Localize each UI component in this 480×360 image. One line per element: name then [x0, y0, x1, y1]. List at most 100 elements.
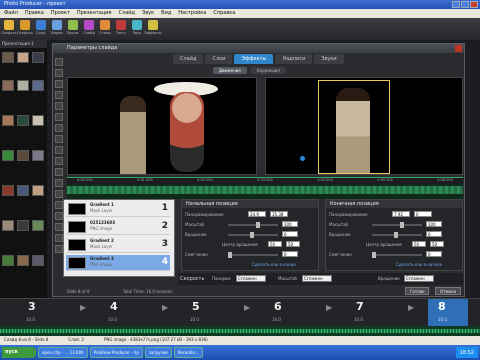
media-thumbnail[interactable] [2, 220, 14, 231]
close-button[interactable] [470, 1, 478, 8]
media-thumbnail[interactable] [32, 80, 44, 91]
rotate-field[interactable]: 0 [282, 231, 298, 237]
toolbar-button[interactable]: Открыть [17, 20, 33, 38]
tab-captions[interactable]: Надписи [275, 54, 313, 64]
media-thumbnail[interactable] [32, 255, 44, 266]
slide-number[interactable]: 5 [192, 300, 200, 313]
transition-icon[interactable]: ▶ [162, 303, 168, 312]
cancel-button[interactable]: Отмена [435, 287, 462, 295]
media-thumbnail[interactable] [2, 255, 14, 266]
transition-icon[interactable]: ▶ [408, 303, 414, 312]
side-tool-icon[interactable] [55, 245, 63, 253]
media-thumbnail[interactable] [32, 52, 44, 63]
menu-item[interactable]: Вид [161, 10, 171, 17]
side-tool-icon[interactable] [55, 212, 63, 220]
taskbar-item[interactable]: Recordin... [173, 347, 203, 358]
zoom-field[interactable]: 100 [282, 221, 298, 227]
maximize-button[interactable] [461, 1, 469, 8]
subtab-adjustment[interactable]: Коррекция [250, 67, 286, 74]
pan-x-field[interactable]: 24.9 [248, 211, 266, 217]
tab-sounds[interactable]: Звуки [314, 54, 344, 64]
center-y-field[interactable]: 50 [430, 241, 444, 247]
media-thumbnail[interactable] [32, 150, 44, 161]
side-tool-icon[interactable] [55, 102, 63, 110]
media-thumbnail[interactable] [32, 185, 44, 196]
menu-item[interactable]: Проект [51, 10, 70, 17]
selection-box[interactable] [318, 80, 390, 174]
slide-number[interactable]: 6 [274, 300, 282, 313]
taskbar-item[interactable]: загрузки [144, 347, 172, 358]
toolbar-button[interactable]: Стили [98, 20, 112, 38]
minimize-button[interactable] [452, 1, 460, 8]
menu-item[interactable]: Звук [142, 10, 154, 17]
center-y-field[interactable]: 50 [286, 241, 300, 247]
pan-y-field[interactable]: 35.38 [270, 211, 288, 217]
toolbar-button[interactable]: Эффекты [144, 20, 162, 38]
pan-speed-select[interactable]: Сглажен [236, 275, 266, 282]
side-tool-icon[interactable] [55, 69, 63, 77]
media-thumbnail[interactable] [17, 255, 29, 266]
match-end-link[interactable]: Сделать как в конце [252, 262, 296, 267]
layer-item[interactable]: Gradient 1 Mask Layer 1 [66, 201, 170, 217]
side-tool-icon[interactable] [55, 113, 63, 121]
zoom-slider[interactable] [228, 222, 278, 228]
match-start-link[interactable]: Сделать как в начале [396, 262, 442, 267]
media-thumbnail[interactable] [2, 150, 14, 161]
side-tool-icon[interactable] [55, 146, 63, 154]
media-thumbnail[interactable] [17, 150, 29, 161]
zoom-speed-select[interactable]: Сглажен [302, 275, 332, 282]
layer-item[interactable]: Gradient 2 Mask Layer 3 [66, 237, 170, 253]
slide-number[interactable]: 7 [356, 300, 364, 313]
menu-item[interactable]: Файл [4, 10, 18, 17]
media-thumbnail[interactable] [2, 80, 14, 91]
end-position-preview[interactable] [265, 77, 463, 175]
center-x-field[interactable]: 50 [412, 241, 426, 247]
side-tool-icon[interactable] [55, 201, 63, 209]
media-thumbnail[interactable] [17, 185, 29, 196]
side-tool-icon[interactable] [55, 135, 63, 143]
media-thumbnail[interactable] [2, 52, 14, 63]
dialog-close-button[interactable] [455, 45, 462, 52]
rotate-speed-select[interactable]: Сглажен [404, 275, 434, 282]
pan-y-field[interactable]: 0 [414, 211, 432, 217]
toolbar-button[interactable]: Создать [1, 20, 17, 38]
media-thumbnail[interactable] [32, 220, 44, 231]
rotation-handle-icon[interactable] [300, 156, 305, 161]
zoom-field[interactable]: 100 [426, 221, 442, 227]
side-tool-icon[interactable] [55, 179, 63, 187]
side-tool-icon[interactable] [55, 58, 63, 66]
smoothing-slider[interactable] [372, 252, 422, 258]
side-tool-icon[interactable] [55, 80, 63, 88]
pan-x-field[interactable]: 7.92 [392, 211, 410, 217]
transition-icon[interactable]: ▶ [80, 303, 86, 312]
toolbar-button[interactable]: Текст [114, 20, 128, 38]
side-tool-icon[interactable] [55, 190, 63, 198]
menu-item[interactable]: Слайд [119, 10, 135, 17]
media-thumbnail[interactable] [32, 115, 44, 126]
toolbar-button[interactable]: Просм. [66, 20, 80, 38]
tab-effects[interactable]: Эффекты [234, 54, 274, 64]
soundtrack-bar[interactable] [0, 326, 480, 336]
start-position-preview[interactable] [67, 77, 257, 175]
center-x-field[interactable]: 50 [268, 241, 282, 247]
smoothing-field[interactable]: 0 [426, 251, 442, 257]
keyframe-timeline[interactable]: 0:00.000 0:01.000 0:02.000 0:03.000 0:04… [67, 177, 463, 199]
side-tool-icon[interactable] [55, 157, 63, 165]
layer-item-selected[interactable]: Gradient 3 PNG image 4 [66, 255, 170, 271]
media-thumbnail[interactable] [17, 115, 29, 126]
media-thumbnail[interactable] [17, 80, 29, 91]
rotate-slider[interactable] [372, 232, 422, 238]
taskbar-item[interactable]: ProShow Producer - пр [89, 347, 143, 358]
media-thumbnail[interactable] [2, 115, 14, 126]
side-tool-icon[interactable] [55, 234, 63, 242]
transition-icon[interactable]: ▶ [326, 303, 332, 312]
side-tool-icon[interactable] [55, 223, 63, 231]
menu-item[interactable]: Презентация [77, 10, 112, 17]
toolbar-button[interactable]: Слайд [82, 20, 96, 38]
menu-item[interactable]: Справка [213, 10, 235, 17]
toolbar-button[interactable]: Звук [130, 20, 144, 38]
smoothing-field[interactable]: 0 [282, 251, 298, 257]
done-button[interactable]: Готово [405, 287, 430, 295]
subtab-motion[interactable]: Движение [213, 67, 247, 74]
slide-number[interactable]: 3 [28, 300, 36, 313]
